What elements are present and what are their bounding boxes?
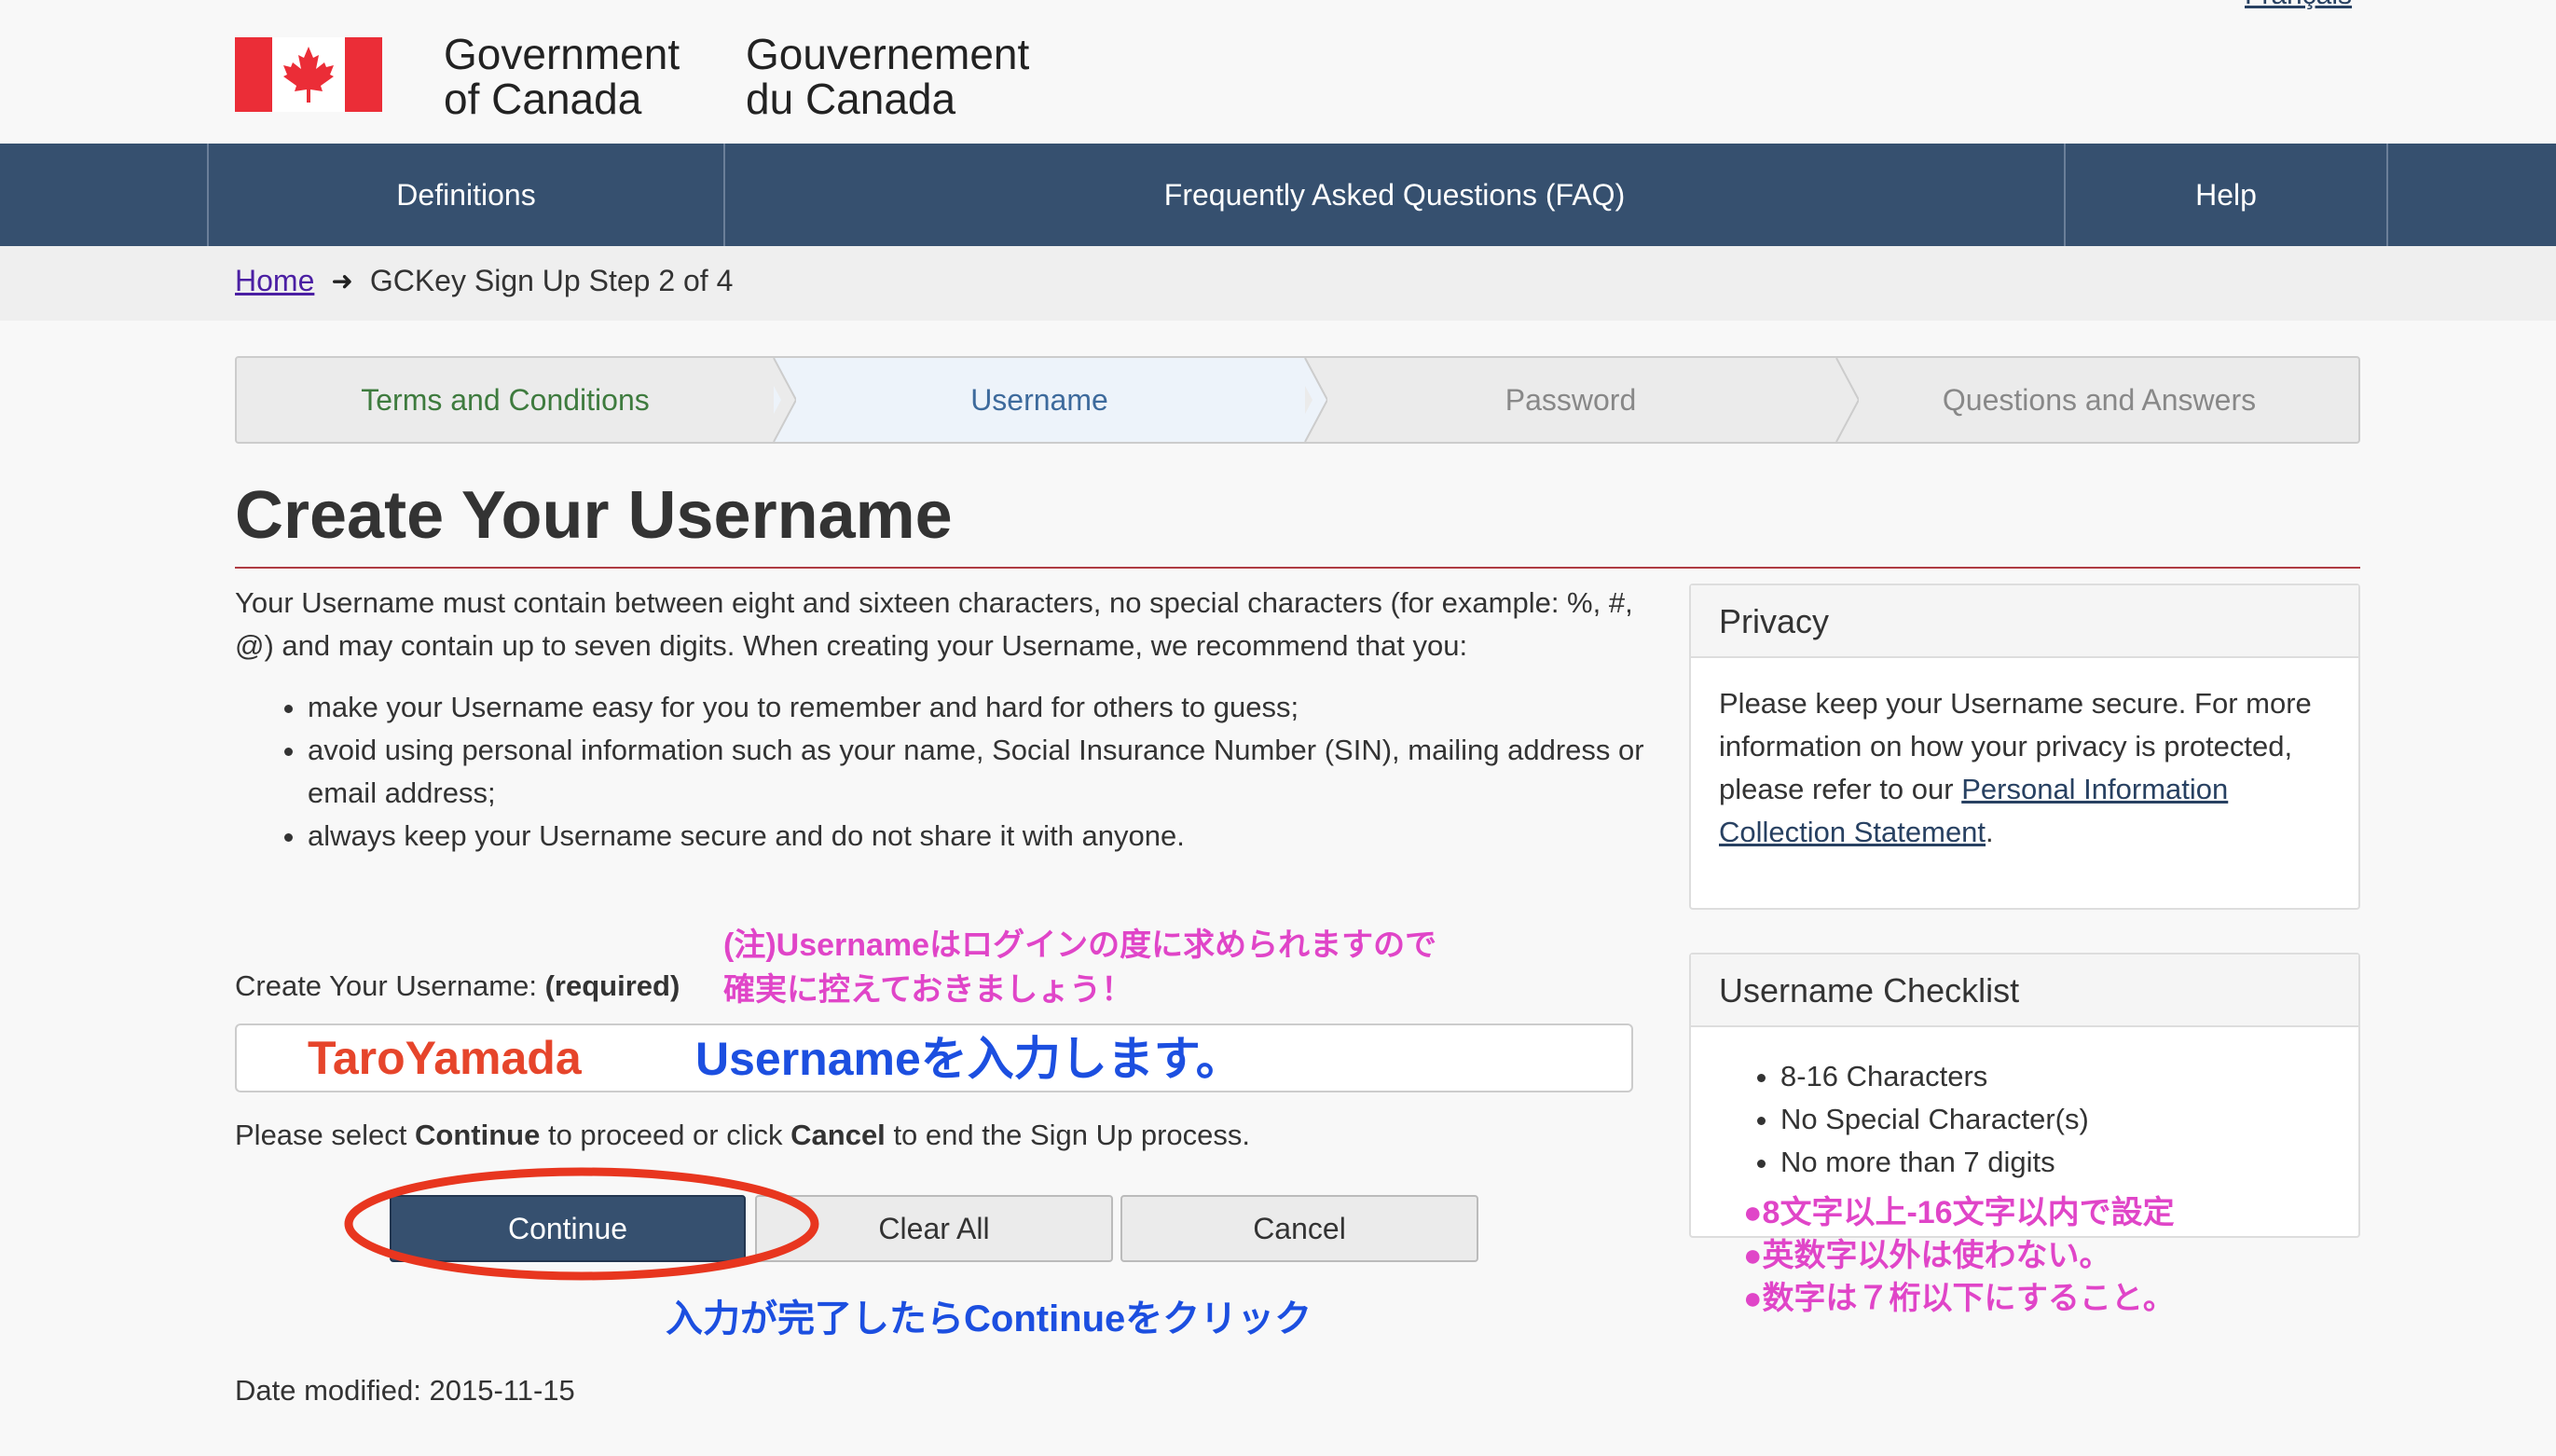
list-item: No Special Character(s)	[1780, 1098, 2330, 1141]
checklist-heading: Username Checklist	[1691, 955, 2358, 1027]
annotation-rules: ●8文字以上-16文字以内で設定 ●英数字以外は使わない。 ●数字は７桁以下にす…	[1743, 1191, 2175, 1320]
intro-text: Your Username must contain between eight…	[235, 586, 1633, 662]
main-nav: Definitions Frequently Asked Questions (…	[0, 144, 2556, 246]
progress-steps: Terms and Conditions Username Password Q…	[235, 356, 2360, 444]
breadcrumb: Home ➜ GCKey Sign Up Step 2 of 4	[235, 264, 733, 298]
instr-continue: Continue	[415, 1119, 541, 1151]
step-questions: Questions and Answers	[1942, 382, 2257, 417]
highlight-ellipse-icon	[344, 1167, 819, 1281]
instr-cancel: Cancel	[790, 1119, 886, 1151]
wordmark-fr-line2: du Canada	[746, 75, 956, 123]
step-password: Password	[1505, 382, 1637, 417]
title-divider	[235, 567, 2360, 569]
annotation-note-line2: 確実に控えておきましょう！	[723, 972, 1134, 1008]
annotation-rule: ●英数字以外は使わない。	[1743, 1238, 2111, 1273]
wordmark-french: Gouvernement du Canada	[746, 32, 1029, 121]
list-item: 8-16 Characters	[1780, 1055, 2330, 1098]
privacy-heading: Privacy	[1691, 585, 2358, 658]
site-header	[0, 0, 2556, 144]
step-chevron-icon	[1290, 358, 1327, 442]
privacy-panel: Privacy Please keep your Username secure…	[1689, 584, 2360, 910]
list-item: No more than 7 digits	[1780, 1141, 2330, 1184]
breadcrumb-current: GCKey Sign Up Step 2 of 4	[369, 264, 734, 297]
privacy-tail: .	[1986, 816, 1994, 848]
page-title: Create Your Username	[235, 478, 953, 553]
nav-item-faq[interactable]: Frequently Asked Questions (FAQ)	[723, 144, 2064, 246]
instr-text: to end the Sign Up process.	[893, 1119, 1251, 1151]
username-recommendations: make your Username easy for you to remem…	[270, 686, 1650, 858]
annotation-continue-hint: 入力が完了したらContinueをクリック	[666, 1298, 1312, 1339]
step-terms: Terms and Conditions	[237, 358, 774, 442]
wordmark-fr-line1: Gouvernement	[746, 30, 1030, 78]
wordmark-en-line1: Government	[444, 30, 680, 78]
form-instructions: Please select Continue to proceed or cli…	[235, 1119, 1250, 1152]
list-item: make your Username easy for you to remem…	[308, 686, 1650, 729]
list-item: avoid using personal information such as…	[308, 729, 1650, 815]
field-label-text: Create Your Username:	[235, 969, 537, 1002]
annotation-note: (注)Usernameはログインの度に求められますので 確実に控えておきましょう…	[723, 923, 1436, 1012]
breadcrumb-home-link[interactable]: Home	[235, 264, 314, 298]
required-marker: (required)	[544, 969, 680, 1002]
cancel-button[interactable]: Cancel	[1120, 1195, 1478, 1262]
step-username: Username	[774, 358, 1305, 442]
nav-item-help[interactable]: Help	[2064, 144, 2388, 246]
checklist-body: 8-16 Characters No Special Character(s) …	[1691, 1027, 2358, 1184]
username-field-label: Create Your Username: (required)	[235, 969, 680, 1003]
instr-text: to proceed or click	[547, 1119, 783, 1151]
arrow-right-icon: ➜	[331, 267, 353, 295]
language-toggle-link[interactable]: Français	[2245, 0, 2352, 11]
step-chevron-icon	[1821, 358, 1859, 442]
nav-item-definitions[interactable]: Definitions	[207, 144, 723, 246]
annotation-rule: ●数字は７桁以下にすること。	[1743, 1281, 2175, 1316]
instr-text: Please select	[235, 1119, 407, 1151]
canada-flag-icon	[235, 37, 382, 112]
date-modified: Date modified: 2015-11-15	[235, 1374, 575, 1407]
wordmark-english: Government of Canada	[444, 32, 680, 121]
step-chevron-icon	[759, 358, 796, 442]
annotation-note-line1: (注)Usernameはログインの度に求められますので	[723, 927, 1437, 963]
wordmark-en-line2: of Canada	[444, 75, 642, 123]
annotation-input-hint: Usernameを入力します。	[695, 1033, 1243, 1085]
list-item: always keep your Username secure and do …	[308, 815, 1650, 858]
annotation-rule: ●8文字以上-16文字以内で設定	[1743, 1195, 2175, 1230]
privacy-body: Please keep your Username secure. For mo…	[1691, 658, 2358, 878]
